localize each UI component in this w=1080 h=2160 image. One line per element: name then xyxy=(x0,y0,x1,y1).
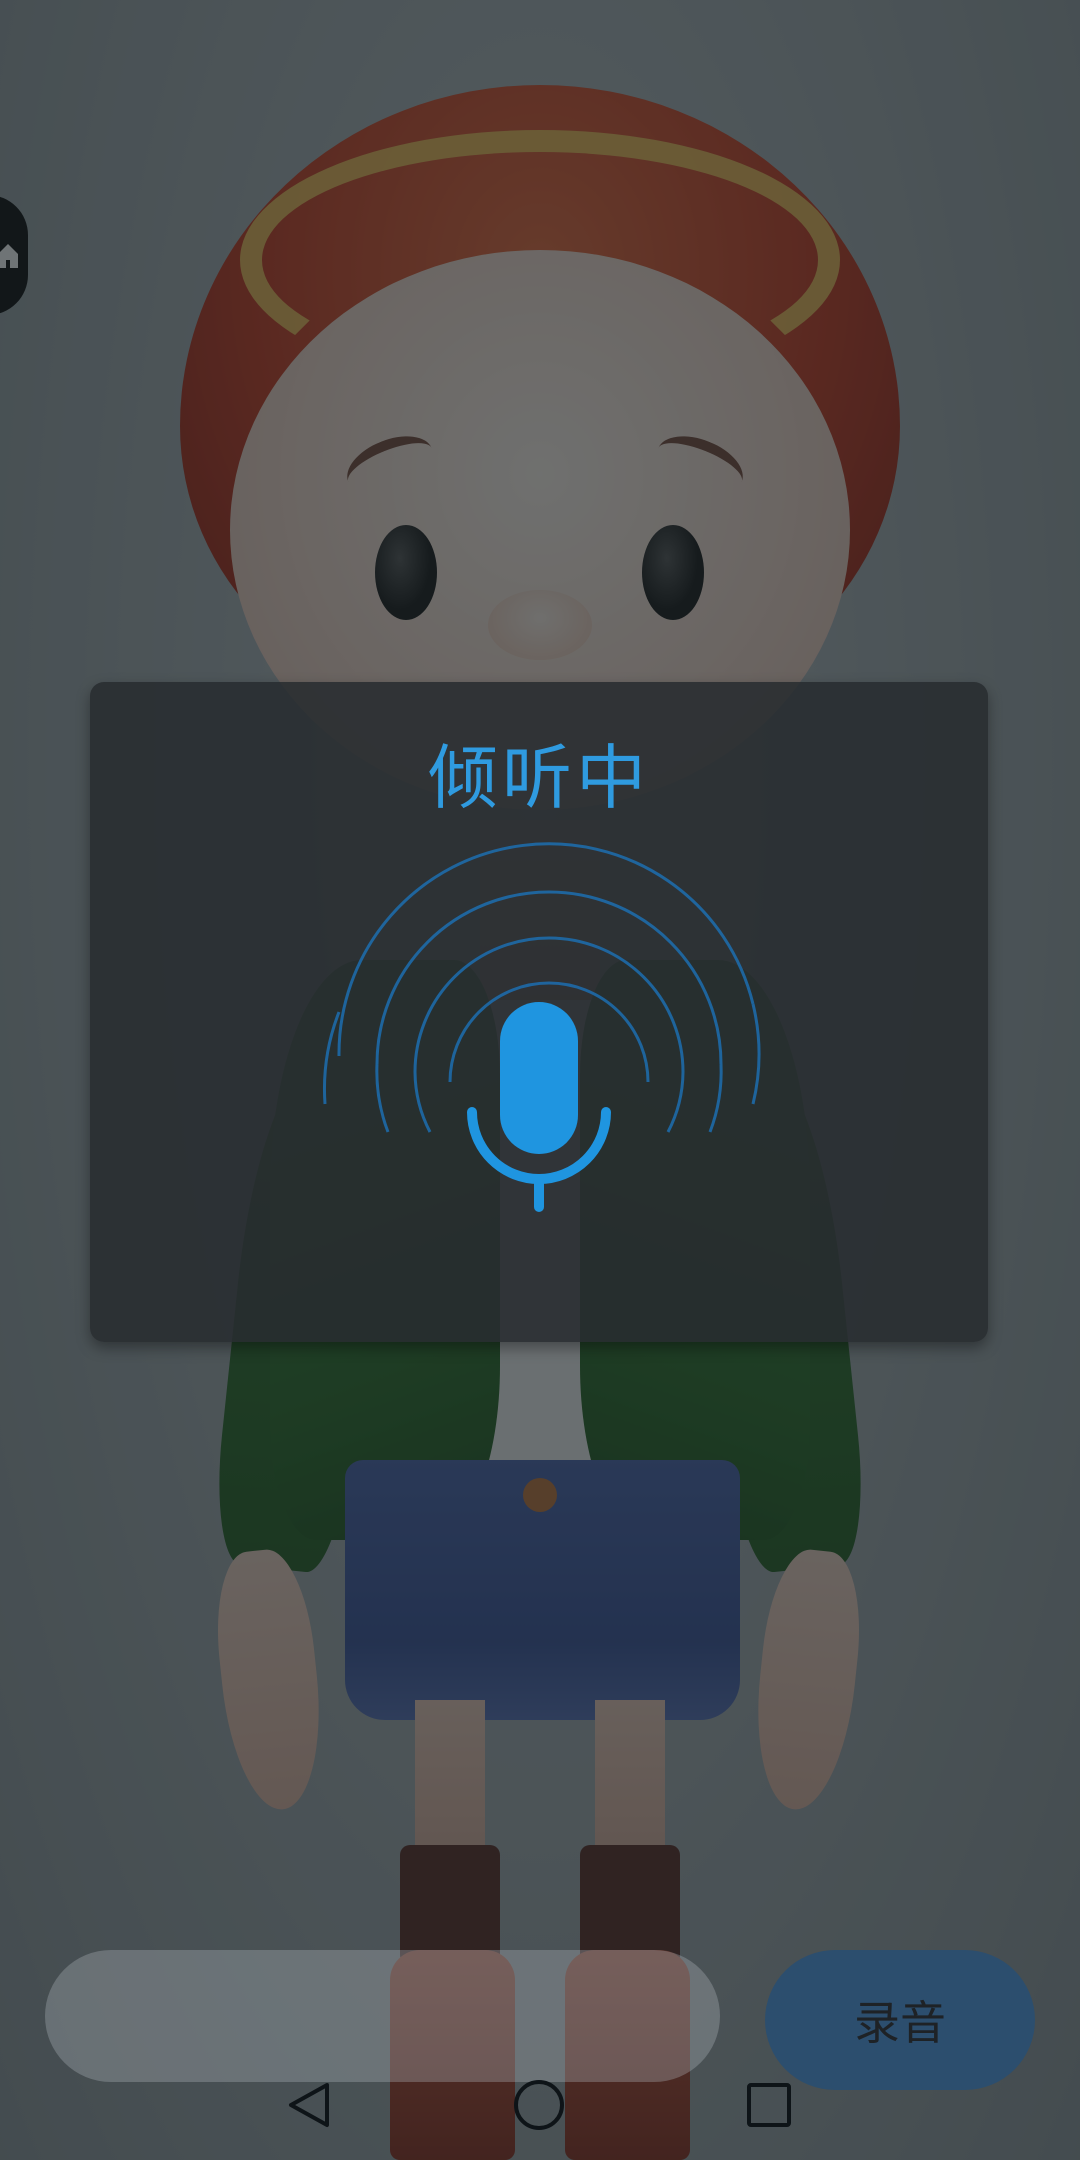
microphone-icon xyxy=(323,842,761,1212)
listening-dialog: 倾听中 xyxy=(90,682,988,1342)
recents-button[interactable] xyxy=(738,2074,800,2136)
record-button-label: 录音 xyxy=(854,1996,946,2050)
dialog-title: 倾听中 xyxy=(428,737,650,819)
home-circle-icon xyxy=(514,2080,564,2130)
recents-square-icon xyxy=(747,2083,791,2127)
back-triangle-icon xyxy=(289,2083,329,2127)
home-button[interactable] xyxy=(508,2074,570,2136)
back-button[interactable] xyxy=(278,2074,340,2136)
system-nav-bar xyxy=(0,2050,1080,2160)
